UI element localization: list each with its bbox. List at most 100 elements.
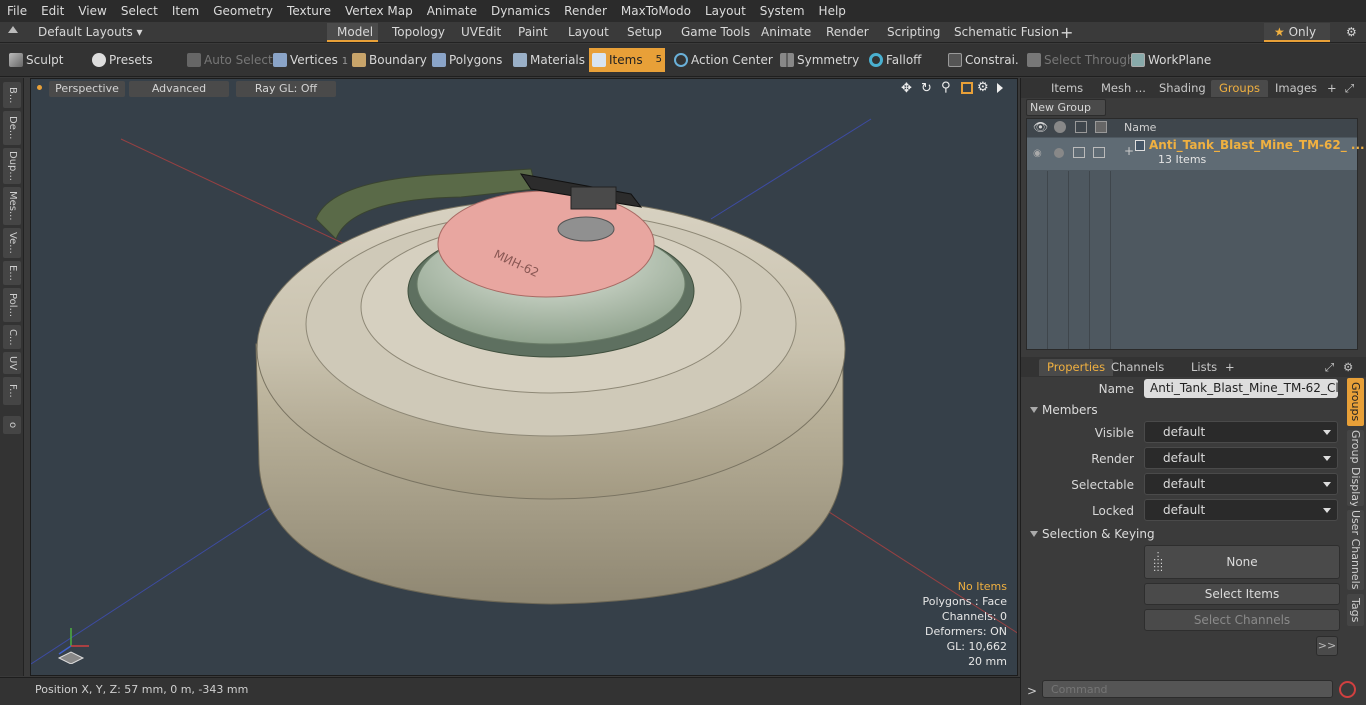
menu-render[interactable]: Render	[557, 4, 614, 18]
left-tab-edge[interactable]: E...	[3, 261, 21, 285]
menu-geometry[interactable]: Geometry	[206, 4, 280, 18]
visibility-eye-icon[interactable]: 👁	[1033, 120, 1048, 134]
select-channels-button[interactable]: Select Channels	[1144, 609, 1340, 631]
raygl-dropdown[interactable]: Ray GL: Off	[236, 81, 336, 97]
bottom-panel-gear-icon[interactable]: ⚙	[1335, 359, 1361, 376]
side-tab-tags[interactable]: Tags	[1347, 594, 1364, 626]
tab-channels[interactable]: Channels	[1103, 359, 1172, 376]
left-tab-curve[interactable]: C...	[3, 325, 21, 349]
falloff-button[interactable]: Falloff	[866, 48, 941, 72]
tab-game-tools[interactable]: Game Tools	[671, 23, 760, 42]
left-tab-fusion[interactable]: F...	[3, 377, 21, 405]
row-selectable-checkbox[interactable]	[1073, 147, 1085, 158]
row-render-icon[interactable]	[1054, 148, 1064, 158]
tab-topology[interactable]: Topology	[382, 23, 455, 42]
menu-system[interactable]: System	[753, 4, 812, 18]
boundary-button[interactable]: Boundary	[349, 48, 427, 72]
new-group-button[interactable]: New Group	[1026, 99, 1106, 116]
left-tab-deform[interactable]: De...	[3, 111, 21, 145]
materials-button[interactable]: Materials	[510, 48, 586, 72]
command-input[interactable]	[1042, 680, 1333, 698]
menu-view[interactable]: View	[71, 4, 113, 18]
left-tab-uv[interactable]: UV	[3, 352, 21, 374]
auto-select-button[interactable]: Auto Select	[184, 48, 273, 72]
fit-icon[interactable]	[961, 82, 973, 94]
polygons-button[interactable]: Polygons	[429, 48, 505, 72]
advanced-dropdown[interactable]: Advanced	[129, 81, 229, 97]
menu-maxtomodo[interactable]: MaxToModo	[614, 4, 698, 18]
locked-dropdown[interactable]: default	[1144, 499, 1338, 521]
add-tab-icon[interactable]: +	[1050, 23, 1083, 42]
members-section[interactable]: Members	[1026, 401, 1346, 419]
left-tab-vertex[interactable]: Ve...	[3, 228, 21, 258]
menu-texture[interactable]: Texture	[280, 4, 338, 18]
sculpt-button[interactable]: Sculpt	[6, 48, 86, 72]
menu-edit[interactable]: Edit	[34, 4, 71, 18]
panel-expand-icon[interactable]: ⤢	[1337, 80, 1362, 97]
pan-icon[interactable]: ✥	[901, 81, 912, 96]
selection-keying-section[interactable]: Selection & Keying	[1026, 525, 1346, 543]
tab-model[interactable]: Model	[327, 23, 378, 42]
record-icon[interactable]	[1339, 681, 1356, 698]
selectable-icon[interactable]	[1075, 121, 1087, 133]
layout-collapse-icon[interactable]	[8, 26, 18, 33]
more-button[interactable]: >>	[1316, 636, 1338, 656]
select-through-button[interactable]: Select Through	[1024, 48, 1135, 72]
left-tab-basic[interactable]: B...	[3, 82, 21, 108]
lock-icon[interactable]	[1095, 121, 1107, 133]
action-center-button[interactable]: Action Center	[671, 48, 773, 72]
tab-properties[interactable]: Properties	[1039, 359, 1114, 376]
side-tab-user-channels[interactable]: User Channels	[1347, 510, 1364, 590]
menu-select[interactable]: Select	[114, 4, 165, 18]
menu-dynamics[interactable]: Dynamics	[484, 4, 557, 18]
group-row[interactable]: ◉ + Anti_Tank_Blast_Mine_TM-62_ ... 13 I…	[1027, 138, 1365, 170]
tab-shading[interactable]: Shading	[1151, 80, 1214, 97]
zoom-icon[interactable]: ⚲	[941, 80, 951, 95]
symmetry-button[interactable]: Symmetry	[777, 48, 862, 72]
tab-render[interactable]: Render	[816, 23, 879, 42]
presets-button[interactable]: Presets	[89, 48, 169, 72]
menu-help[interactable]: Help	[812, 4, 853, 18]
visible-dropdown[interactable]: default	[1144, 421, 1338, 443]
render-dropdown[interactable]: default	[1144, 447, 1338, 469]
settings-gear-icon[interactable]: ⚙	[1336, 23, 1366, 42]
only-toggle[interactable]: ★ Only	[1264, 23, 1330, 42]
tab-groups[interactable]: Groups	[1211, 80, 1269, 97]
tab-animate[interactable]: Animate	[751, 23, 821, 42]
select-items-button[interactable]: Select Items	[1144, 583, 1340, 605]
menu-item[interactable]: Item	[165, 4, 206, 18]
rotate-icon[interactable]: ↻	[921, 81, 932, 96]
tab-uvedit[interactable]: UVEdit	[451, 23, 511, 42]
side-tab-groups[interactable]: Groups	[1347, 378, 1364, 426]
side-tab-group-display[interactable]: Group Display	[1347, 430, 1364, 506]
left-tab-mesh-edit[interactable]: Mes...	[3, 187, 21, 225]
render-icon[interactable]	[1054, 121, 1066, 133]
menu-animate[interactable]: Animate	[420, 4, 484, 18]
expand-plus-icon[interactable]: +	[1124, 144, 1134, 158]
left-tab-duplicate[interactable]: Dup...	[3, 148, 21, 184]
perspective-dropdown[interactable]: Perspective	[49, 81, 125, 97]
menu-file[interactable]: File	[0, 4, 34, 18]
row-lock-checkbox[interactable]	[1093, 147, 1105, 158]
default-layouts-dropdown[interactable]: Default Layouts ▾	[28, 23, 153, 42]
none-button[interactable]: ::::::: None	[1144, 545, 1340, 579]
name-column-header[interactable]: Name	[1124, 121, 1156, 134]
tab-images[interactable]: Images	[1267, 80, 1325, 97]
left-tab-polygon[interactable]: Pol...	[3, 288, 21, 322]
viewport-gear-icon[interactable]: ⚙	[977, 80, 989, 95]
items-button[interactable]: Items 5	[589, 48, 665, 72]
viewport-menu-dot-icon[interactable]	[37, 85, 42, 90]
selectable-dropdown[interactable]: default	[1144, 473, 1338, 495]
left-tab-more[interactable]: o	[3, 416, 21, 434]
row-eye-icon[interactable]: ◉	[1033, 148, 1042, 159]
viewport-expand-icon[interactable]	[997, 83, 1003, 93]
tab-paint[interactable]: Paint	[508, 23, 558, 42]
menu-vertex-map[interactable]: Vertex Map	[338, 4, 420, 18]
tab-mesh[interactable]: Mesh ...	[1093, 80, 1154, 97]
menu-layout[interactable]: Layout	[698, 4, 753, 18]
tab-layout[interactable]: Layout	[558, 23, 619, 42]
workplane-button[interactable]: WorkPlane	[1128, 48, 1213, 72]
tab-setup[interactable]: Setup	[617, 23, 672, 42]
group-name-field[interactable]: Anti_Tank_Blast_Mine_TM-62_Clean (	[1144, 379, 1338, 398]
constraints-button[interactable]: Constrai...	[945, 48, 1020, 72]
